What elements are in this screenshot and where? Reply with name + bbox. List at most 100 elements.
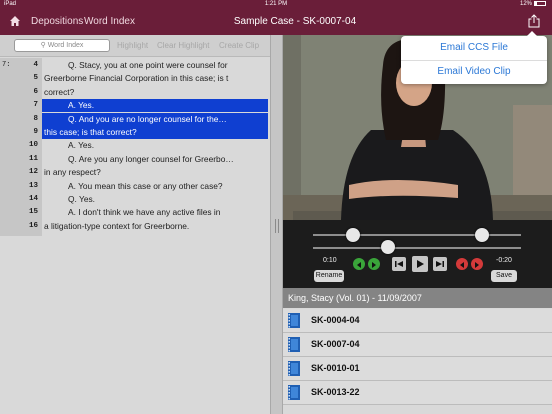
clip-end-handle[interactable] xyxy=(475,228,489,242)
clear-highlight-button[interactable]: Clear Highlight xyxy=(157,41,209,50)
line-number: 14 xyxy=(28,195,38,203)
transcript-line[interactable]: 13 A. You mean this case or any other cas… xyxy=(0,180,270,193)
time-remaining: -0:20 xyxy=(496,257,512,264)
play-button[interactable] xyxy=(412,256,428,272)
line-number: 16 xyxy=(28,221,38,230)
search-icon: ⚲ xyxy=(40,42,46,49)
playback-position-handle[interactable] xyxy=(381,240,395,254)
line-number: 10 xyxy=(28,141,38,150)
page-number: 7: xyxy=(2,61,11,69)
line-text: A. Yes. xyxy=(68,100,95,111)
line-text: Q. And you are no longer counsel for the… xyxy=(68,113,227,124)
skip-back-icon xyxy=(395,261,403,267)
list-item-label: SK-0010-01 xyxy=(311,363,360,373)
line-text: this case; is that correct? xyxy=(44,127,137,137)
line-number: 13 xyxy=(28,181,38,190)
line-number: 4 xyxy=(33,61,38,69)
video-file-icon xyxy=(288,313,300,328)
rename-button[interactable]: Rename xyxy=(314,270,344,282)
set-start-back-button[interactable] xyxy=(353,258,365,270)
battery-indicator: 12% xyxy=(520,0,546,9)
transcript-line[interactable]: 16 a litigation-type context for Greerbor… xyxy=(0,220,270,233)
line-text: Q. Stacy, you at one point were counsel … xyxy=(68,60,228,70)
line-text: A. You mean this case or any other case? xyxy=(68,180,223,191)
line-text: Greerborne Financial Corporation in this… xyxy=(44,73,229,84)
share-menu: Email CCS File Email Video Clip xyxy=(401,31,547,84)
line-text: in any respect? xyxy=(44,167,101,178)
share-icon[interactable] xyxy=(528,14,540,28)
video-file-icon xyxy=(288,385,300,400)
nav-bar: Depositions Word Index Sample Case - SK-… xyxy=(0,9,552,35)
line-number: 11 xyxy=(28,154,38,163)
split-divider[interactable] xyxy=(270,35,283,414)
line-number: 15 xyxy=(28,208,38,217)
page-title: Sample Case - SK-0007-04 xyxy=(233,16,357,27)
skip-back-button[interactable] xyxy=(392,257,406,271)
search-placeholder: Word Index xyxy=(47,42,84,49)
transcript-line[interactable]: 10 A. Yes. xyxy=(0,139,270,152)
triangle-right-icon xyxy=(372,262,376,268)
word-index-search[interactable]: ⚲ Word Index xyxy=(14,39,110,52)
word-index-link[interactable]: Word Index xyxy=(84,16,135,27)
line-text: a litigation-type context for Greerborne… xyxy=(44,220,190,231)
transcript-line[interactable]: 11 Q. Are you any longer counsel for Gree… xyxy=(0,153,270,166)
transcript-line[interactable]: 8 Q. And you are no longer counsel for th… xyxy=(0,112,270,126)
line-number: 12 xyxy=(28,168,38,177)
triangle-left-icon xyxy=(460,262,464,268)
create-clip-button[interactable]: Create Clip xyxy=(219,41,259,50)
transcript-line[interactable]: 7: 4 Q. Stacy, you at one point were couns… xyxy=(0,59,270,72)
clock: 1:21 PM xyxy=(264,1,288,7)
line-number: 9 xyxy=(33,128,38,136)
line-number: 7 xyxy=(33,101,38,110)
transcript-line[interactable]: 5 Greerborne Financial Corporation in thi… xyxy=(0,72,270,85)
video-file-icon xyxy=(288,337,300,352)
transcript-line[interactable]: 6 correct? xyxy=(0,86,270,99)
time-elapsed: 0:10 xyxy=(323,257,337,264)
list-item[interactable]: SK-0013-22 xyxy=(283,381,552,405)
list-item-label: SK-0013-22 xyxy=(311,387,360,397)
line-text: correct? xyxy=(44,86,75,97)
list-item[interactable]: SK-0010-01 xyxy=(283,357,552,381)
clip-start-handle[interactable] xyxy=(346,228,360,242)
line-text: Q. Are you any longer counsel for Greerb… xyxy=(68,153,234,164)
set-end-forward-button[interactable] xyxy=(471,258,483,270)
set-end-back-button[interactable] xyxy=(456,258,468,270)
home-icon[interactable] xyxy=(9,15,21,27)
play-icon xyxy=(417,260,424,268)
deposition-header: King, Stacy (Vol. 01) - 11/09/2007 xyxy=(283,288,552,308)
transcript-toolbar: ⚲ Word Index Highlight Clear Highlight C… xyxy=(0,35,280,57)
app-window: iPad 1:21 PM 12% Depositions Word Index … xyxy=(0,0,552,414)
transcript-line[interactable]: 12 in any respect? xyxy=(0,166,270,179)
transcript-line[interactable]: 14 Q. Yes. xyxy=(0,193,270,206)
playback-track[interactable] xyxy=(313,247,521,249)
transcript-line[interactable]: 7 A. Yes. xyxy=(0,99,270,113)
battery-percent: 12% xyxy=(519,1,532,7)
list-item[interactable]: SK-0007-04 xyxy=(283,333,552,357)
drag-handle-icon[interactable] xyxy=(275,219,279,233)
skip-forward-button[interactable] xyxy=(433,257,447,271)
list-item-label: SK-0007-04 xyxy=(311,339,360,349)
line-text: A. Yes. xyxy=(68,140,95,151)
list-item[interactable]: SK-0004-04 xyxy=(283,309,552,333)
battery-icon xyxy=(534,0,546,6)
line-text: Q. Yes. xyxy=(68,194,96,204)
depositions-link[interactable]: Depositions xyxy=(31,16,83,27)
line-number: 6 xyxy=(33,87,38,96)
clip-range-track[interactable] xyxy=(313,234,521,236)
skip-forward-icon xyxy=(436,261,444,267)
list-item-label: SK-0004-04 xyxy=(311,315,360,325)
line-number: 5 xyxy=(33,74,38,83)
transcript-line[interactable]: 9 this case; is that correct? xyxy=(0,126,270,139)
email-video-clip-option[interactable]: Email Video Clip xyxy=(401,60,547,84)
status-bar: iPad 1:21 PM 12% xyxy=(0,0,552,9)
transcript-line[interactable]: 15 A. I don't think we have any active fi… xyxy=(0,206,270,219)
email-ccs-file-option[interactable]: Email CCS File xyxy=(401,36,547,60)
triangle-right-icon xyxy=(475,262,479,268)
transcript-pane[interactable]: 7: 4 Q. Stacy, you at one point were couns… xyxy=(0,58,270,414)
highlight-button[interactable]: Highlight xyxy=(117,41,148,50)
line-text: A. I don't think we have any active file… xyxy=(68,207,221,218)
triangle-left-icon xyxy=(357,262,361,268)
set-start-forward-button[interactable] xyxy=(368,258,380,270)
video-file-icon xyxy=(288,361,300,376)
save-button[interactable]: Save xyxy=(491,270,517,282)
